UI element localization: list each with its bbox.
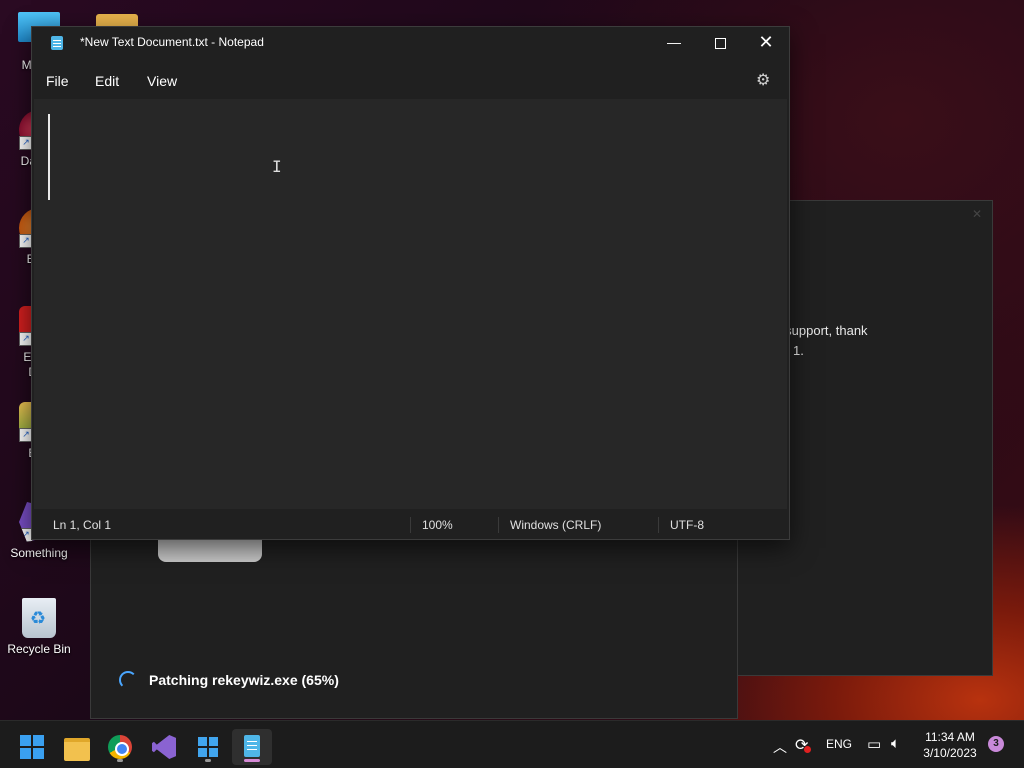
window-title: *New Text Document.txt - Notepad: [80, 35, 264, 49]
installer-message-line: 1.: [793, 343, 804, 358]
text-caret: [48, 114, 50, 200]
chevron-up-icon[interactable]: ︿: [773, 737, 787, 757]
installer-message: ur support, thank 1.: [770, 321, 980, 361]
close-button[interactable]: ✕: [743, 27, 789, 59]
spinner-icon: [119, 671, 137, 689]
language-indicator[interactable]: ENG: [826, 737, 852, 751]
maximize-button[interactable]: [697, 27, 743, 59]
notepad-icon: [51, 36, 63, 50]
recycle-bin-icon: ♻: [22, 598, 56, 638]
running-indicator: [205, 759, 211, 762]
zoom-level: 100%: [422, 518, 453, 532]
notification-badge[interactable]: 3: [988, 736, 1004, 752]
clock-time: 11:34 AM: [925, 730, 975, 744]
taskbar: ︿ ⟳ ENG ▭ 🔈︎ 11:34 AM 3/10/2023 3: [0, 720, 1024, 768]
status-divider: [498, 517, 499, 533]
ibeam-cursor-icon: I: [272, 157, 282, 176]
desktop-icon-recycle-bin[interactable]: ♻ Recycle Bin: [0, 598, 78, 657]
menu-file[interactable]: File: [46, 71, 69, 91]
minimize-icon: —: [667, 34, 681, 50]
line-ending: Windows (CRLF): [510, 518, 602, 532]
running-indicator: [244, 759, 260, 762]
close-icon: ✕: [758, 32, 774, 52]
installer-button[interactable]: [158, 538, 262, 562]
maximize-icon: [714, 37, 726, 49]
sync-error-badge: [804, 746, 811, 753]
close-icon[interactable]: ✕: [972, 207, 982, 221]
file-explorer-icon: [64, 738, 90, 761]
visual-studio-icon: [152, 735, 176, 759]
progress-status: Patching rekeywiz.exe (65%): [119, 671, 339, 689]
running-indicator: [117, 759, 123, 762]
taskbar-visual-studio[interactable]: [144, 729, 184, 765]
title-bar[interactable]: *New Text Document.txt - Notepad — ✕: [32, 27, 789, 59]
desktop: My Co ↗ DataW ↗ Ever ↗ Emba Dev ↗ Bad ↗ …: [0, 0, 1024, 768]
taskbar-store[interactable]: [188, 729, 228, 765]
start-icon: [20, 735, 44, 759]
notepad-icon: [244, 735, 260, 757]
desktop-icon-label: Recycle Bin: [7, 642, 71, 656]
menu-view[interactable]: View: [147, 71, 177, 91]
taskbar-file-explorer[interactable]: [56, 729, 96, 765]
text-editor[interactable]: I: [34, 99, 787, 509]
status-divider: [658, 517, 659, 533]
desktop-icon-label: Something: [10, 546, 68, 560]
volume-icon[interactable]: 🔈︎: [891, 735, 900, 752]
encoding: UTF-8: [670, 518, 704, 532]
start-button[interactable]: [12, 729, 52, 765]
installer-progress-panel: Patching rekeywiz.exe (65%): [90, 538, 738, 719]
clock[interactable]: 11:34 AM 3/10/2023: [917, 729, 983, 761]
minimize-button[interactable]: —: [651, 27, 697, 59]
menu-bar: File Edit View: [32, 65, 789, 97]
settings-gear-icon[interactable]: ⚙: [756, 70, 770, 90]
status-bar: Ln 1, Col 1 100% Windows (CRLF) UTF-8: [32, 513, 789, 539]
menu-edit[interactable]: Edit: [95, 71, 119, 91]
taskbar-notepad[interactable]: [232, 729, 272, 765]
network-icon[interactable]: ▭: [867, 735, 881, 753]
notepad-window: *New Text Document.txt - Notepad — ✕ Fil…: [31, 26, 790, 540]
cursor-position: Ln 1, Col 1: [53, 518, 112, 532]
installer-message-line: ur support, thank: [770, 323, 868, 338]
taskbar-chrome[interactable]: [100, 729, 140, 765]
progress-text: Patching rekeywiz.exe (65%): [149, 672, 339, 688]
windows-store-icon: [198, 737, 218, 757]
status-divider: [410, 517, 411, 533]
clock-date: 3/10/2023: [923, 746, 977, 760]
